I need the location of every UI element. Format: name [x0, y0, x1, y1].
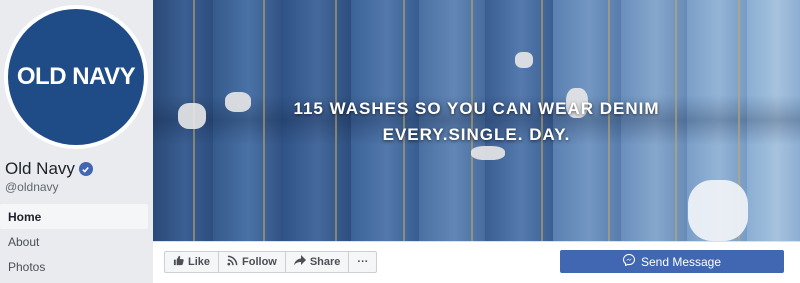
cover-headline-line1: 115 WASHES SO YOU CAN WEAR DENIM [293, 99, 660, 118]
share-label: Share [309, 256, 341, 268]
nav-item-label: About [8, 234, 40, 249]
messenger-icon [622, 253, 636, 269]
like-thumb-icon [173, 255, 184, 269]
share-arrow-icon [293, 255, 306, 269]
more-dots-icon: ··· [357, 256, 369, 268]
profile-avatar[interactable]: OLD NAVY [4, 5, 148, 149]
verified-badge-icon [78, 162, 93, 176]
nav-item-home[interactable]: Home [0, 204, 148, 229]
cover-headline-line2: EVERY.SINGLE. DAY. [382, 125, 571, 144]
cover-photo[interactable]: 115 WASHES SO YOU CAN WEAR DENIM EVERY.S… [153, 0, 800, 241]
follow-label: Follow [242, 256, 277, 268]
send-message-label: Send Message [640, 254, 722, 269]
page-handle[interactable]: @oldnavy [5, 180, 59, 194]
page-name-text: Old Navy [5, 159, 75, 178]
send-message-button[interactable]: Send Message [560, 250, 784, 273]
left-column: OLD NAVY Old Navy @oldnavy Home About Ph… [0, 0, 153, 283]
nav-item-photos[interactable]: Photos [0, 254, 148, 279]
nav-item-about[interactable]: About [0, 229, 148, 254]
more-options-button[interactable]: ··· [349, 252, 376, 272]
follow-button[interactable]: Follow [219, 252, 286, 272]
nav-item-label: Photos [8, 259, 46, 274]
page-name[interactable]: Old Navy [5, 159, 93, 179]
old-navy-logo: OLD NAVY [8, 9, 144, 145]
page-action-buttons: Like Follow Share ··· [164, 251, 378, 273]
facebook-page: OLD NAVY Old Navy @oldnavy Home About Ph… [0, 0, 800, 283]
like-label: Like [188, 256, 211, 268]
page-nav: Home About Photos [0, 204, 148, 279]
nav-item-label: Home [8, 209, 42, 224]
page-action-bar: Like Follow Share ··· Send Message [153, 241, 800, 283]
follow-rss-icon [227, 255, 238, 269]
share-button[interactable]: Share [286, 252, 350, 272]
like-button[interactable]: Like [165, 252, 220, 272]
logo-text: OLD NAVY [16, 63, 136, 90]
